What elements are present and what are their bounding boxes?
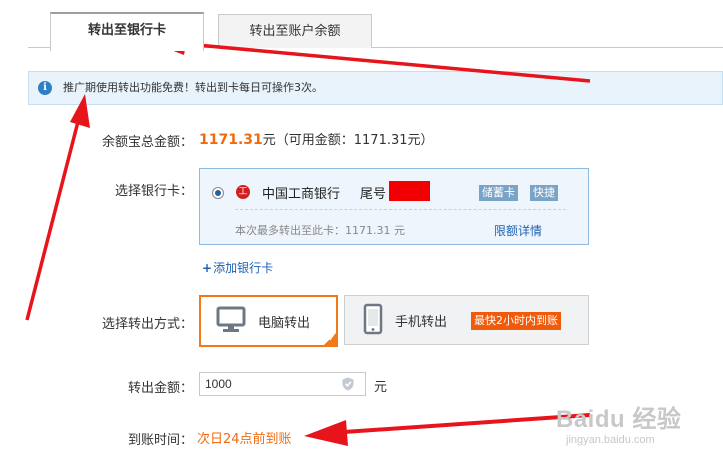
bank-name: 中国工商银行: [262, 187, 341, 202]
fast-arrival-badge: 最快2小时内到账: [471, 312, 561, 330]
notice-text: 推广期使用转出功能免费！转出到卡每日可操作3次。: [63, 81, 323, 94]
card-number-redaction: [389, 181, 430, 201]
tab-to-bank-card[interactable]: 转出至银行卡: [50, 12, 204, 51]
arrival-time-label: 到账时间：: [127, 433, 193, 448]
shield-icon: [342, 377, 354, 391]
balance-amount: 1171.31: [199, 132, 263, 148]
amount-label: 转出金额：: [127, 381, 193, 396]
baidu-jingyan-watermark: Baidu 经验 jingyan.baidu.com: [556, 399, 681, 446]
savings-card-badge: 储蓄卡: [479, 185, 518, 201]
monitor-icon: [216, 306, 246, 332]
watermark-brand: Baidu 经验: [556, 406, 682, 433]
balance-value: 1171.31元（可用金额：1171.31元）: [199, 129, 434, 148]
bank-card-option[interactable]: 工 中国工商银行 尾号 储蓄卡 快捷 本次最多转出至此卡：1171.31 元 限…: [199, 168, 589, 245]
balance-suffix: 元（可用金额：1171.31元）: [262, 133, 434, 148]
tab-to-account-balance[interactable]: 转出至账户余额: [218, 14, 372, 48]
selected-check-icon: ✓: [322, 331, 338, 347]
phone-icon: [363, 303, 383, 335]
quick-pay-badge: 快捷: [530, 185, 558, 201]
method-pc-option[interactable]: 电脑转出 ✓: [199, 295, 338, 347]
add-bank-card-link[interactable]: +添加银行卡: [202, 259, 273, 276]
method-mobile-option[interactable]: 手机转出 最快2小时内到账: [344, 295, 589, 345]
info-icon: i: [38, 81, 52, 95]
balance-label: 余额宝总金额：: [101, 135, 193, 150]
plus-icon: +: [202, 261, 213, 275]
method-pc-label: 电脑转出: [258, 316, 311, 331]
bank-card-label: 选择银行卡：: [114, 184, 193, 199]
add-card-label: 添加银行卡: [213, 261, 274, 275]
arrival-time-value: 次日24点前到账: [197, 432, 292, 447]
amount-unit: 元: [374, 380, 388, 395]
transfer-method-label: 选择转出方式：: [101, 317, 193, 332]
bank-card-divider: [235, 209, 566, 210]
bank-card-radio[interactable]: [212, 187, 224, 199]
promo-notice: i 推广期使用转出功能免费！转出到卡每日可操作3次。: [28, 71, 723, 105]
limit-details-link[interactable]: 限额详情: [494, 222, 542, 239]
card-tail-label: 尾号: [360, 187, 387, 202]
transfer-limit-text: 本次最多转出至此卡：1171.31 元: [235, 224, 405, 237]
watermark-url: jingyan.baidu.com: [566, 434, 655, 446]
amount-input[interactable]: [199, 372, 366, 396]
icbc-logo-icon: 工: [236, 185, 250, 199]
method-mobile-label: 手机转出: [395, 315, 448, 330]
